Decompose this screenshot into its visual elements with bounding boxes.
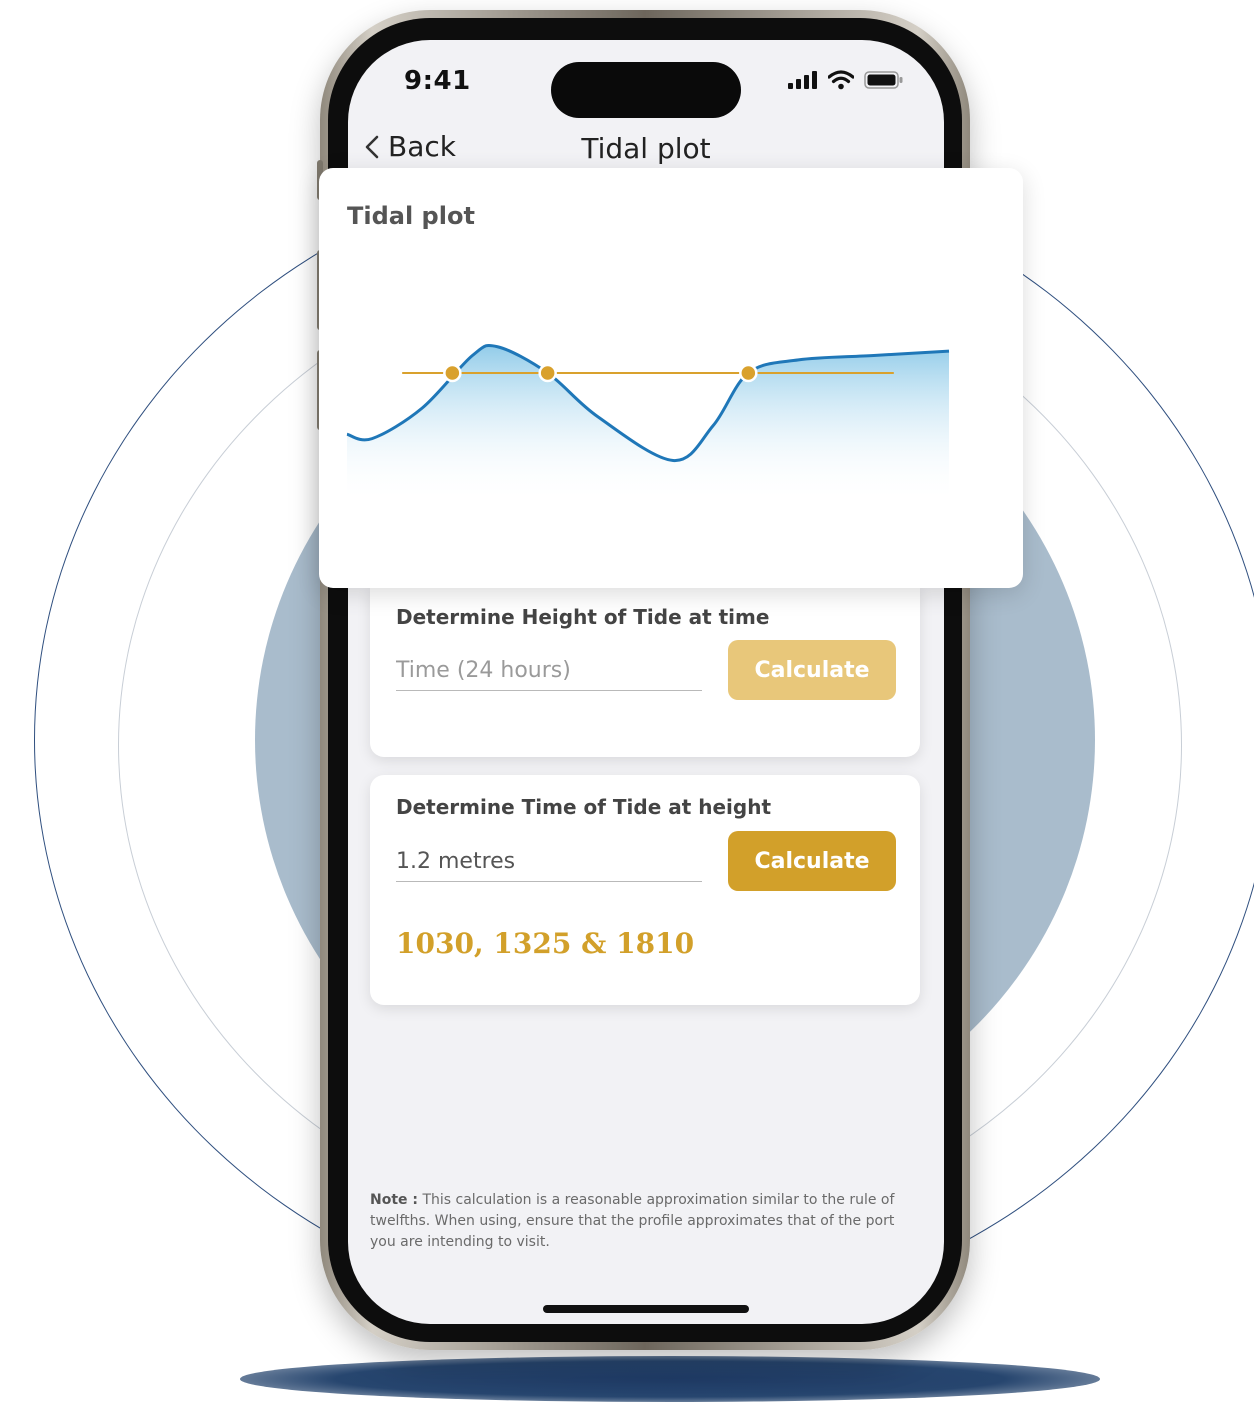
tide-area [347,345,949,503]
tidal-plot-chart [346,343,950,503]
time-at-height-card: Determine Time of Tide at height Calcula… [370,775,920,1005]
height-at-time-title: Determine Height of Tide at time [396,605,770,629]
status-time: 9:41 [404,66,471,96]
intersection-marker-3 [739,363,758,383]
phone-shadow [240,1356,1100,1402]
tidal-plot-card: Tidal plot [319,168,1023,588]
signal-icon [788,71,817,89]
wifi-icon [828,70,854,90]
calculate-height-button[interactable]: Calculate [728,640,896,700]
note-text: This calculation is a reasonable approxi… [370,1192,895,1250]
status-icons [788,70,904,90]
time-input[interactable] [396,650,702,691]
note-label: Note : [370,1192,418,1208]
calculate-time-button[interactable]: Calculate [728,831,896,891]
height-input[interactable] [396,841,702,882]
dynamic-island [551,62,741,118]
height-at-time-card: Determine Height of Tide at time Calcula… [370,585,920,757]
result-times: 1030, 1325 & 1810 [396,927,695,960]
intersection-marker-2 [538,363,557,383]
calculation-note: Note : This calculation is a reasonable … [370,1190,920,1253]
battery-icon [864,71,903,89]
intersection-marker-1 [443,363,462,383]
time-at-height-title: Determine Time of Tide at height [396,795,772,819]
nav-title: Tidal plot [581,132,711,165]
home-indicator[interactable] [543,1305,749,1313]
